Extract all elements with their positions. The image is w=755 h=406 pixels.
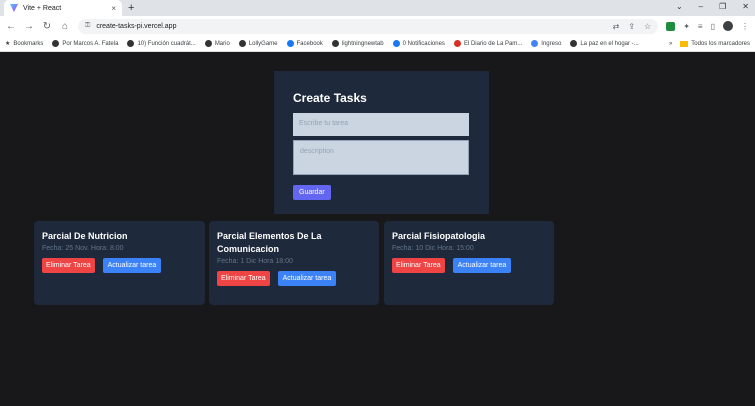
bookmark-label: lightningnewtab [341, 40, 384, 47]
save-button[interactable]: Guardar [293, 185, 331, 200]
login-icon [531, 40, 539, 47]
browser-toolbar: ← → ↻ ⌂ ⚿ create-tasks-pi.vercel.app ⇄ ⇪… [0, 16, 755, 36]
window-controls: ⌄ – ❐ ✕ [676, 2, 749, 11]
task-title: Parcial De Nutricion [42, 231, 128, 241]
task-actions: Eliminar Tarea Actualizar tarea [392, 258, 546, 273]
description-textarea[interactable]: description [293, 140, 469, 175]
forward-icon[interactable]: → [24, 21, 34, 32]
tab-close-icon[interactable]: × [111, 4, 116, 13]
update-task-button[interactable]: Actualizar tarea [277, 271, 337, 286]
side-panel-icon[interactable]: ▯ [711, 22, 715, 31]
bookmark-item[interactable]: La paz en el hogar -... [570, 40, 639, 47]
url-text[interactable]: create-tasks-pi.vercel.app [96, 23, 176, 30]
update-task-button[interactable]: Actualizar tarea [102, 258, 162, 273]
puzzle-icon[interactable]: ✦ [683, 22, 690, 31]
bookmarks-bar: ★ Bookmarks Por Marcos A. Fatela 10) Func… [0, 36, 755, 52]
folder-icon [680, 40, 689, 47]
tab-title: Vite + React [23, 4, 62, 12]
browser-tab[interactable]: Vite + React × [4, 0, 122, 16]
globe-icon [204, 40, 212, 47]
bookmark-item[interactable]: lightningnewtab [331, 40, 384, 47]
bookmark-item[interactable]: LollyGame [238, 40, 278, 47]
task-form: Create Tasks Escribe tu tarea descriptio… [274, 71, 489, 214]
task-card: Parcial Fisiopatologia Fecha: 10 Dic Hor… [384, 221, 554, 305]
bookmark-label: Facebook [296, 40, 323, 47]
bookmark-item[interactable]: El Diario de La Pam... [453, 40, 523, 47]
bookmark-label: 0 Notificaciones [402, 40, 445, 47]
facebook-icon [392, 40, 400, 47]
browser-chrome: Vite + React × + ⌄ – ❐ ✕ ← → ↻ ⌂ ⚿ creat… [0, 0, 755, 52]
all-bookmarks-folder[interactable]: Todos los marcadores [680, 40, 750, 47]
bookmarks-right: » Todos los marcadores [669, 40, 750, 47]
maximize-icon[interactable]: ❐ [719, 2, 726, 11]
menu-icon[interactable]: ⋮ [741, 22, 749, 31]
reading-list-icon[interactable]: ≡ [698, 22, 703, 31]
task-date: Fecha: 1 Dic Hora 18:00 [217, 258, 293, 265]
task-date: Fecha: 10 Dic Hora: 15:00 [392, 245, 474, 252]
newspaper-icon [453, 40, 461, 47]
task-card: Parcial De Nutricion Fecha: 25 Nov. Hora… [34, 221, 205, 305]
bookmark-label: 10) Función cuadrát... [137, 40, 196, 47]
globe-icon [570, 40, 578, 47]
minimize-icon[interactable]: – [699, 2, 703, 11]
tab-search-icon[interactable]: ⌄ [676, 2, 683, 11]
bookmark-label: LollyGame [248, 40, 278, 47]
lock-icon[interactable]: ⚿ [85, 22, 90, 30]
task-actions: Eliminar Tarea Actualizar tarea [42, 258, 197, 273]
bookmark-item[interactable]: Facebook [286, 40, 323, 47]
bookmark-item[interactable]: ★ Bookmarks [5, 40, 44, 48]
task-date: Fecha: 25 Nov. Hora: 8:00 [42, 245, 124, 252]
profile-avatar[interactable] [723, 21, 733, 31]
globe-icon [331, 40, 339, 47]
all-bookmarks-label: Todos los marcadores [691, 40, 750, 47]
delete-task-button[interactable]: Eliminar Tarea [217, 271, 270, 286]
translate-icon[interactable]: ⇄ [613, 22, 620, 31]
tab-strip: Vite + React × + ⌄ – ❐ ✕ [0, 0, 755, 16]
page-content: Create Tasks Escribe tu tarea descriptio… [0, 52, 755, 406]
bookmark-star-icon[interactable]: ☆ [644, 22, 651, 31]
reload-icon[interactable]: ↻ [42, 21, 52, 32]
bookmark-label: La paz en el hogar -... [580, 40, 639, 47]
globe-icon [127, 40, 135, 47]
address-bar[interactable]: ⚿ create-tasks-pi.vercel.app ⇄ ⇪ ☆ [78, 18, 659, 34]
omnibox-actions: ⇄ ⇪ ☆ [613, 22, 652, 31]
bookmark-item[interactable]: Ingreso [531, 40, 561, 47]
extension-icon[interactable] [666, 21, 676, 31]
facebook-icon [286, 40, 294, 47]
extensions-area: ✦ ≡ ▯ ⋮ [666, 21, 749, 31]
task-actions: Eliminar Tarea Actualizar tarea [217, 271, 371, 286]
form-title: Create Tasks [293, 91, 367, 105]
back-icon[interactable]: ← [6, 21, 16, 32]
bookmark-label: Por Marcos A. Fatela [62, 40, 119, 47]
bookmark-label: El Diario de La Pam... [463, 40, 523, 47]
share-icon[interactable]: ⇪ [628, 22, 635, 31]
bookmark-item[interactable]: Mario [204, 40, 230, 47]
bookmark-label: Ingreso [541, 40, 562, 47]
bookmark-label: Bookmarks [13, 40, 44, 47]
close-window-icon[interactable]: ✕ [742, 2, 749, 11]
bookmark-item[interactable]: 10) Función cuadrát... [127, 40, 196, 47]
delete-task-button[interactable]: Eliminar Tarea [42, 258, 95, 273]
bookmark-label: Mario [214, 40, 230, 47]
star-icon: ★ [5, 41, 11, 47]
task-card: Parcial Elementos De La Comunicacion Fec… [209, 221, 379, 305]
home-icon[interactable]: ⌂ [60, 21, 70, 32]
task-title: Parcial Elementos De La Comunicacion [217, 231, 322, 254]
globe-icon [52, 40, 60, 47]
update-task-button[interactable]: Actualizar tarea [452, 258, 512, 273]
vite-icon [10, 4, 18, 12]
delete-task-button[interactable]: Eliminar Tarea [392, 258, 445, 273]
task-title: Parcial Fisiopatologia [392, 231, 486, 241]
bookmark-item[interactable]: 0 Notificaciones [392, 40, 445, 47]
globe-icon [238, 40, 246, 47]
new-tab-button[interactable]: + [128, 0, 134, 16]
bookmark-item[interactable]: Por Marcos A. Fatela [52, 40, 118, 47]
task-input[interactable]: Escribe tu tarea [293, 113, 469, 136]
more-bookmarks-icon[interactable]: » [669, 41, 672, 47]
